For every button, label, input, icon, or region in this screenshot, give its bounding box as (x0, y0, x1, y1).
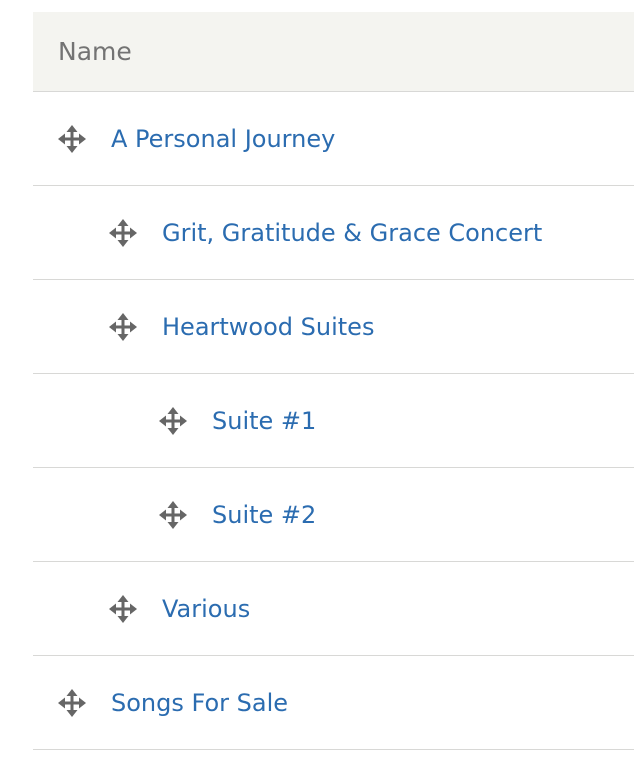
taxonomy-tree-table: Name A Personal Journey Grit, Gratitude … (33, 12, 634, 750)
row-link[interactable]: Heartwood Suites (162, 313, 374, 341)
table-row: Grit, Gratitude & Grace Concert (33, 186, 634, 280)
row-link[interactable]: Suite #1 (212, 407, 316, 435)
drag-move-icon[interactable] (108, 218, 138, 248)
row-link[interactable]: Suite #2 (212, 501, 316, 529)
drag-move-icon[interactable] (108, 594, 138, 624)
drag-move-icon[interactable] (158, 406, 188, 436)
table-row: Songs For Sale (33, 656, 634, 750)
column-header-name[interactable]: Name (33, 37, 132, 66)
drag-move-icon[interactable] (108, 312, 138, 342)
table-row: Suite #2 (33, 468, 634, 562)
row-link[interactable]: Songs For Sale (111, 689, 288, 717)
table-row: Heartwood Suites (33, 280, 634, 374)
row-link[interactable]: Grit, Gratitude & Grace Concert (162, 219, 542, 247)
drag-move-icon[interactable] (57, 124, 87, 154)
row-link[interactable]: Various (162, 595, 250, 623)
table-row: A Personal Journey (33, 92, 634, 186)
table-header: Name (33, 12, 634, 92)
drag-move-icon[interactable] (158, 500, 188, 530)
table-row: Suite #1 (33, 374, 634, 468)
table-row: Various (33, 562, 634, 656)
row-link[interactable]: A Personal Journey (111, 125, 335, 153)
drag-move-icon[interactable] (57, 688, 87, 718)
